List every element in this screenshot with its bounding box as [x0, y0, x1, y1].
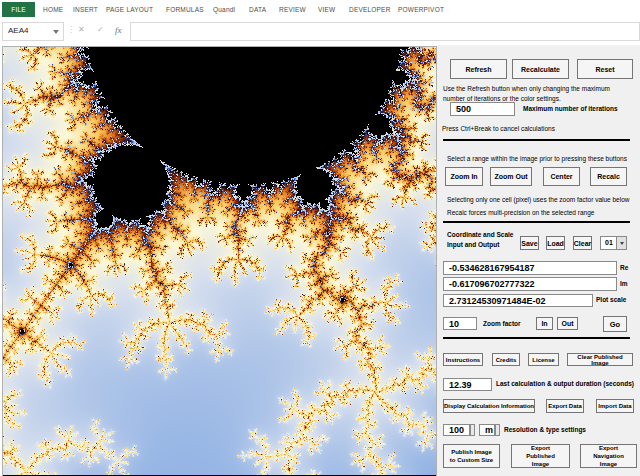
- load-button[interactable]: Load: [546, 236, 565, 250]
- divider: [443, 221, 630, 223]
- slot-dropdown[interactable]: 01: [600, 236, 627, 250]
- tab-data[interactable]: DATA: [249, 6, 266, 13]
- insert-function-icon[interactable]: fx: [115, 25, 122, 35]
- one-cell-note: Selecting only one cell (pixel) uses the…: [447, 195, 629, 205]
- slot-dropdown-icon: [620, 242, 624, 245]
- tab-insert[interactable]: INSERT: [73, 6, 98, 13]
- plot-scale-label: Plot scale: [596, 296, 626, 303]
- refresh-button[interactable]: Refresh: [450, 59, 507, 79]
- control-panel: Refresh Recalculate Reset Use the Refres…: [437, 45, 640, 476]
- reset-button[interactable]: Reset: [577, 59, 633, 79]
- tab-view[interactable]: VIEW: [318, 6, 335, 13]
- zoom-factor-label: Zoom factor: [483, 320, 521, 327]
- enter-icon[interactable]: ✓: [97, 25, 104, 34]
- zoom-factor-input[interactable]: 10: [443, 317, 477, 330]
- resolution-label: Resolution & type settings: [504, 426, 586, 433]
- plot-scale-input[interactable]: 2.73124530971484E-02: [443, 294, 593, 307]
- select-range-note: Select a range within the image prior to…: [447, 154, 627, 164]
- multi-precision-note: Recalc forces multi-precision on the sel…: [447, 208, 594, 218]
- formula-bar: AEA4 ⋮ ✕ ✓ fx: [0, 20, 640, 43]
- center-button[interactable]: Center: [543, 167, 580, 186]
- duration-input[interactable]: 12.39: [443, 378, 492, 391]
- resolution-input[interactable]: 100: [443, 424, 470, 436]
- resolution-type-spinner[interactable]: [495, 424, 500, 436]
- tab-review[interactable]: REVIEW: [279, 6, 306, 13]
- tab-home[interactable]: HOME: [43, 6, 63, 13]
- clear-published-image-button[interactable]: Clear Published Image: [567, 353, 633, 366]
- export-navigation-image-button[interactable]: Export Navigation Image: [580, 444, 637, 468]
- fractal-image-frame: [2, 46, 437, 476]
- cancel-icon[interactable]: ✕: [78, 25, 85, 34]
- export-data-button[interactable]: Export Data: [546, 399, 584, 413]
- re-label: Re: [620, 264, 628, 271]
- tab-powerpivot[interactable]: POWERPIVOT: [398, 6, 444, 13]
- slot-value: 01: [605, 239, 613, 246]
- zoom-out-button[interactable]: Zoom Out: [490, 167, 532, 186]
- zoom-out-factor-button[interactable]: Out: [557, 317, 578, 330]
- export-published-image-button[interactable]: Export Published Image: [511, 444, 570, 468]
- max-iterations-label: Maximum number of iterations: [523, 105, 618, 112]
- tab-quandl[interactable]: Quandl: [213, 6, 235, 13]
- go-button[interactable]: Go: [603, 316, 627, 332]
- save-button[interactable]: Save: [520, 236, 539, 250]
- instructions-button[interactable]: Instructions: [443, 353, 483, 366]
- im-label: Im: [620, 280, 628, 287]
- coord-title-line1: Coordinate and Scale: [447, 231, 513, 238]
- tab-file[interactable]: FILE: [2, 2, 35, 17]
- max-iterations-input[interactable]: 500: [450, 102, 515, 116]
- license-button[interactable]: License: [528, 353, 559, 366]
- divider: [443, 139, 630, 141]
- recalculate-button[interactable]: Recalculate: [512, 59, 569, 79]
- display-calc-info-button[interactable]: Display Calculation Information: [443, 399, 535, 413]
- tab-developer[interactable]: DEVELOPER: [349, 6, 391, 13]
- re-input[interactable]: -0.534628167954187: [443, 261, 617, 275]
- credits-button[interactable]: Credits: [492, 353, 520, 366]
- name-box-dropdown-icon[interactable]: [53, 30, 59, 34]
- im-input[interactable]: -0.617096702777322: [443, 277, 617, 291]
- duration-label: Last calculation & output duration (seco…: [496, 380, 634, 387]
- recalc-button[interactable]: Recalc: [590, 167, 627, 186]
- import-data-button[interactable]: Import Data: [596, 399, 634, 413]
- resolution-spinner[interactable]: [470, 424, 475, 436]
- coord-title-line2: Input and Output: [447, 241, 499, 248]
- divider: [443, 337, 630, 339]
- refresh-note: Use the Refresh button when only changin…: [443, 84, 629, 104]
- fractal-image[interactable]: [3, 47, 436, 475]
- name-box-value: AEA4: [8, 26, 28, 35]
- zoom-in-factor-button[interactable]: In: [536, 317, 553, 330]
- name-box[interactable]: AEA4: [2, 22, 64, 41]
- ctrl-break-note: Press Ctrl+Break to cancel calculations: [442, 124, 555, 134]
- zoom-in-button[interactable]: Zoom In: [445, 167, 483, 186]
- resolution-type-input[interactable]: m: [479, 424, 495, 436]
- tab-formulas[interactable]: FORMULAS: [166, 6, 204, 13]
- tab-page-layout[interactable]: PAGE LAYOUT: [106, 6, 153, 13]
- ribbon-tab-bar: FILE HOME INSERT PAGE LAYOUT FORMULAS Qu…: [0, 0, 640, 19]
- publish-custom-size-button[interactable]: Publish Image to Custom Size: [443, 444, 500, 468]
- formula-input[interactable]: [130, 22, 640, 41]
- separator-dots: ⋮: [67, 25, 75, 34]
- clear-button[interactable]: Clear: [573, 236, 592, 250]
